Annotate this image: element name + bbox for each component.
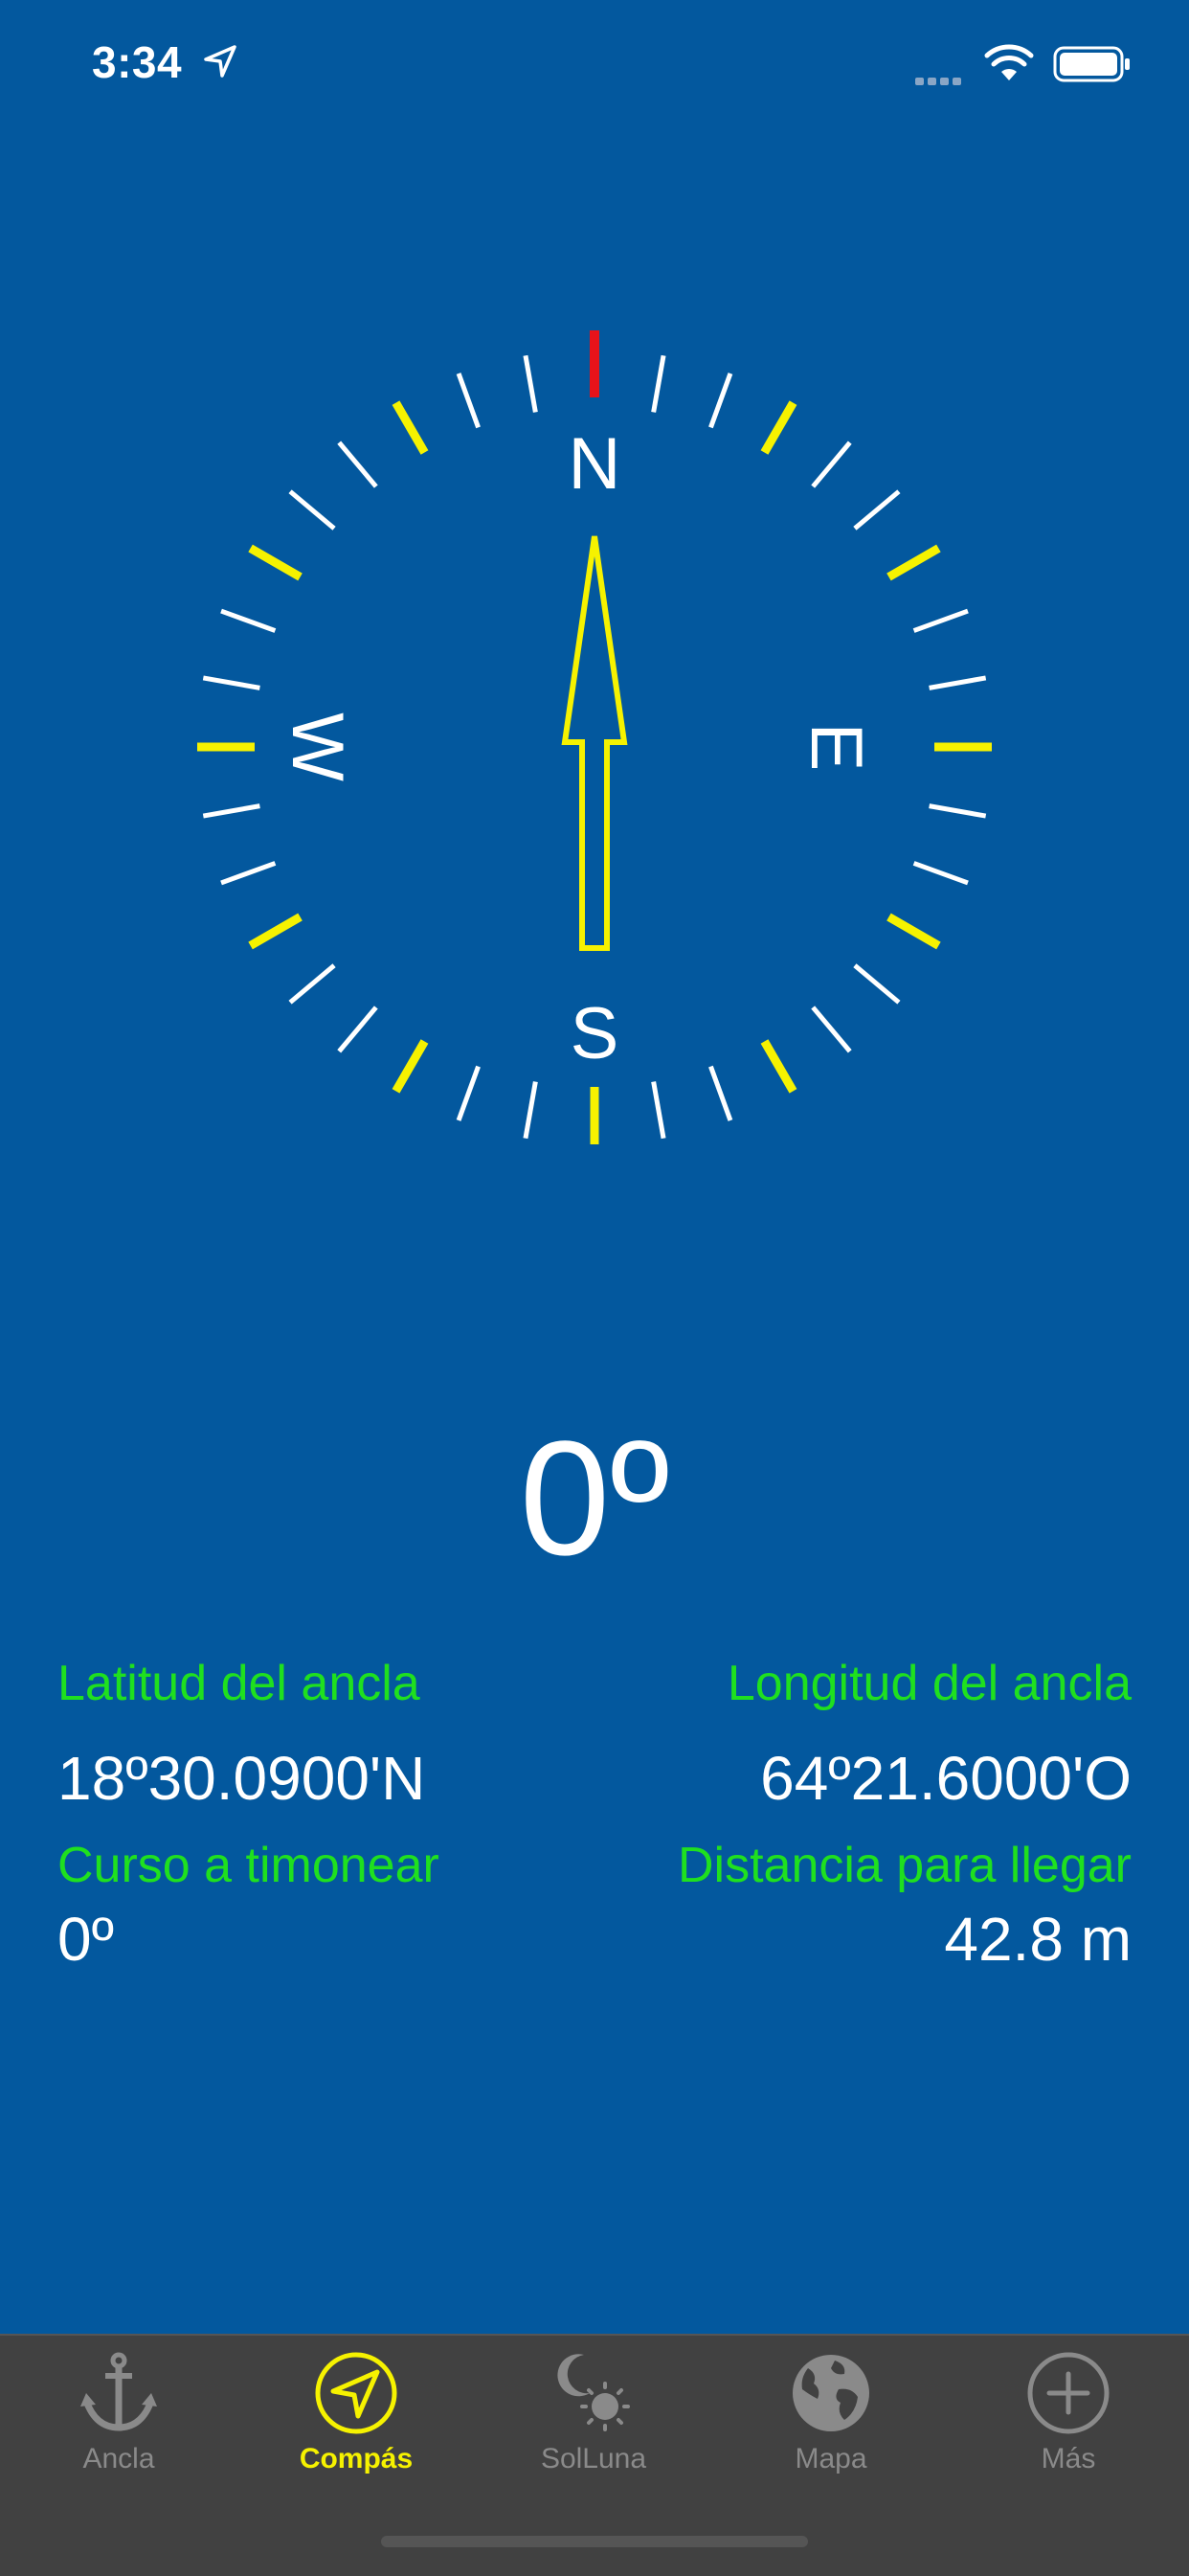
compass-tick-70 xyxy=(912,608,969,633)
compass-tick-20 xyxy=(708,373,733,429)
anchor-longitude-value: 64º21.6000'O xyxy=(760,1744,1132,1813)
distance-value: 42.8 m xyxy=(944,1905,1132,1974)
compass-tick-280 xyxy=(202,675,260,690)
compass-tick-60 xyxy=(886,544,941,581)
anchor-latitude-label: Latitud del ancla xyxy=(57,1656,420,1711)
compass-tick-190 xyxy=(523,1081,538,1140)
course-label: Curso a timonear xyxy=(57,1838,439,1893)
compass-tick-130 xyxy=(853,963,901,1005)
anchor-latitude-value: 18º30.0900'N xyxy=(57,1744,426,1813)
compass-tick-10 xyxy=(651,354,666,413)
course-value: 0º xyxy=(57,1905,114,1974)
status-bar: 3:34 xyxy=(0,0,1189,126)
tab-ancla[interactable]: Ancla xyxy=(0,2336,237,2527)
anchor-longitude-label: Longitud del ancla xyxy=(727,1656,1132,1711)
compass-tick-220 xyxy=(337,1006,378,1053)
compass-tick-40 xyxy=(811,441,852,488)
anchor-icon xyxy=(80,2352,157,2431)
compass-rose: N S E W xyxy=(197,330,992,1144)
cellular-signal-icon xyxy=(915,73,971,85)
tab-label-mas: Más xyxy=(1041,2443,1096,2474)
plus-circle-icon xyxy=(1027,2352,1110,2434)
tab-mapa[interactable]: Mapa xyxy=(712,2336,950,2527)
globe-icon xyxy=(793,2355,869,2431)
compass-tick-170 xyxy=(651,1081,666,1140)
compass-tick-260 xyxy=(202,803,260,819)
compass-tick-340 xyxy=(456,373,481,429)
compass-tick-240 xyxy=(248,913,303,950)
home-indicator xyxy=(381,2536,808,2547)
compass-tick-140 xyxy=(811,1006,852,1053)
tab-label-compas: Compás xyxy=(299,2443,414,2474)
cardinal-east: E xyxy=(796,723,877,772)
battery-icon xyxy=(1053,46,1130,82)
compass-needle xyxy=(561,535,628,951)
compass-tick-230 xyxy=(288,963,336,1005)
cardinal-north: N xyxy=(569,423,621,505)
cardinal-south: S xyxy=(571,993,619,1074)
sun-moon-icon xyxy=(557,2354,630,2431)
tab-label-solluna: SolLuna xyxy=(540,2443,647,2474)
wifi-icon xyxy=(984,44,1034,80)
compass-tick-290 xyxy=(220,608,277,633)
compass-tick-350 xyxy=(523,354,538,413)
tab-label-mapa: Mapa xyxy=(795,2443,867,2474)
status-time: 3:34 xyxy=(92,37,183,87)
tab-compas[interactable]: Compás xyxy=(237,2336,475,2527)
compass-tick-330 xyxy=(392,400,429,455)
compass-tick-120 xyxy=(886,913,941,950)
location-arrow-icon xyxy=(204,45,236,78)
navigation-arrow-icon xyxy=(315,2352,397,2434)
compass-tick-250 xyxy=(220,861,277,886)
tab-solluna[interactable]: SolLuna xyxy=(475,2336,712,2527)
compass-tick-110 xyxy=(912,861,969,886)
compass-tick-320 xyxy=(337,441,378,488)
cardinal-west: W xyxy=(277,712,358,781)
compass-tick-210 xyxy=(392,1039,429,1094)
compass-tick-160 xyxy=(708,1065,733,1121)
compass-tick-50 xyxy=(853,489,901,531)
compass-tick-150 xyxy=(760,1039,797,1094)
heading-value: 0º xyxy=(519,1408,670,1590)
compass-tick-100 xyxy=(929,803,987,819)
tab-mas[interactable]: Más xyxy=(950,2336,1187,2527)
compass-tick-310 xyxy=(288,489,336,531)
compass-tick-80 xyxy=(929,675,987,690)
compass-tick-200 xyxy=(456,1065,481,1121)
compass-tick-300 xyxy=(248,544,303,581)
tab-label-ancla: Ancla xyxy=(82,2443,155,2474)
distance-label: Distancia para llegar xyxy=(677,1838,1132,1893)
compass-dial: N S E W xyxy=(197,330,992,1144)
compass-tick-30 xyxy=(760,400,797,455)
